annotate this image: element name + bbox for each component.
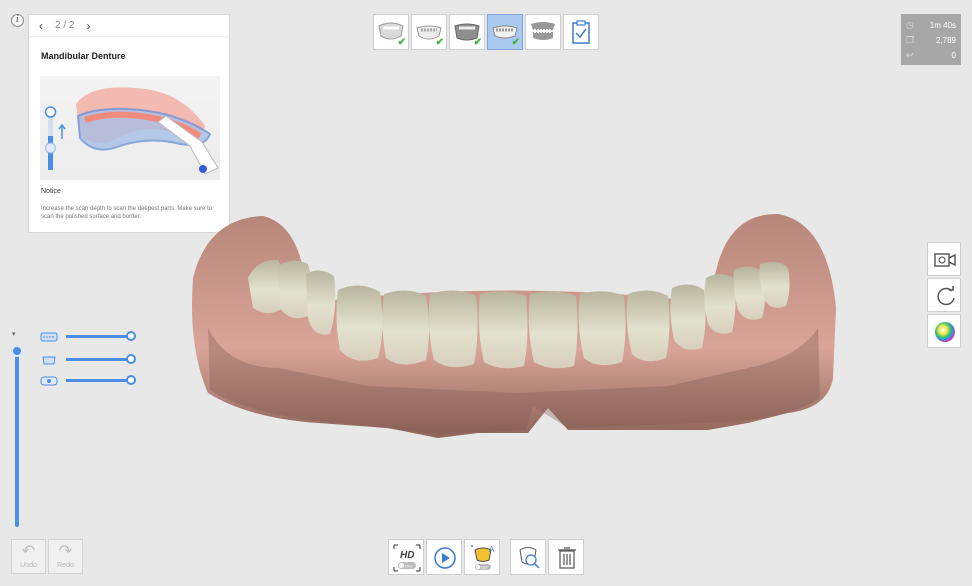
view-tools bbox=[927, 242, 961, 348]
reset-view-button[interactable] bbox=[927, 278, 961, 312]
soft-tissue-filter-icon bbox=[40, 330, 58, 342]
hd-toggle-state: OFF bbox=[405, 564, 414, 569]
guide-title: Mandibular Denture bbox=[41, 51, 126, 61]
frame-count: 2,789 bbox=[935, 36, 956, 45]
tooth-filter-icon bbox=[40, 353, 58, 365]
ai-toggle-state: OFF bbox=[481, 566, 488, 570]
hd-icon: HD OFF bbox=[393, 544, 421, 572]
step-complete-check-icon: ✔ bbox=[435, 37, 444, 48]
step-complete-check-icon: ✔ bbox=[511, 37, 520, 48]
guide-next-arrow-icon[interactable]: › bbox=[86, 19, 90, 33]
redo-button[interactable]: ↷ Redo bbox=[48, 539, 83, 574]
step-complete-check-icon: ✔ bbox=[473, 37, 482, 48]
history-controls: ↶ Undo ↷ Redo bbox=[11, 539, 83, 574]
info-button[interactable]: i bbox=[11, 14, 24, 27]
filter-slider-handle-3[interactable] bbox=[126, 375, 136, 385]
step-mandibular-denture-button[interactable]: ✔ bbox=[487, 14, 523, 50]
filter-slider-2[interactable] bbox=[66, 357, 128, 361]
undo-button[interactable]: ↶ Undo bbox=[11, 539, 46, 574]
filter-row-3 bbox=[40, 374, 136, 386]
trash-icon bbox=[558, 547, 576, 569]
redo-label: Redo bbox=[57, 562, 74, 569]
rotate-icon bbox=[937, 286, 955, 306]
occlusion-icon bbox=[531, 22, 555, 40]
hd-label: HD bbox=[400, 550, 414, 561]
filter-slider-handle-1[interactable] bbox=[126, 331, 136, 341]
filter-slider-3[interactable] bbox=[66, 378, 128, 382]
magnify-tooth-icon bbox=[519, 547, 540, 569]
step-maxilla-button[interactable]: ✔ bbox=[373, 14, 409, 50]
filter-row-2 bbox=[40, 353, 136, 365]
edit-controls bbox=[510, 539, 584, 575]
inspect-button[interactable] bbox=[510, 539, 546, 575]
guide-notice-heading: Notice bbox=[41, 188, 61, 195]
video-camera-icon bbox=[934, 253, 956, 267]
step-occlusion-button[interactable] bbox=[525, 14, 561, 50]
filter-row-1 bbox=[40, 330, 136, 342]
denture-3d-scan[interactable] bbox=[188, 208, 838, 453]
scan-time: 1m 40s bbox=[929, 21, 956, 30]
step-review-button[interactable] bbox=[563, 14, 599, 50]
color-mode-button[interactable] bbox=[927, 314, 961, 348]
scan-controls: HD OFF A OFF bbox=[388, 539, 500, 575]
color-wheel-icon bbox=[935, 322, 955, 342]
clipboard-check-icon bbox=[572, 20, 590, 44]
guide-nav: ‹ 2 / 2 › bbox=[29, 15, 229, 37]
play-icon bbox=[434, 547, 456, 569]
hd-mode-toggle[interactable]: HD OFF bbox=[388, 539, 424, 575]
step-maxillary-denture-button[interactable]: ✔ bbox=[449, 14, 485, 50]
gum-filter-icon bbox=[40, 374, 58, 386]
scan-guide-panel: ‹ 2 / 2 › Mandibular Denture Notice Incr… bbox=[28, 14, 230, 233]
undo-icon: ↶ bbox=[21, 543, 36, 560]
ai-tooth-icon: A OFF bbox=[471, 545, 495, 570]
filter-slider-handle-2[interactable] bbox=[126, 354, 136, 364]
retry-icon: ↩ bbox=[906, 50, 914, 60]
delete-button[interactable] bbox=[548, 539, 584, 575]
guide-prev-arrow-icon[interactable]: ‹ bbox=[39, 19, 43, 33]
third-stat: 0 bbox=[951, 51, 956, 60]
ai-filter-toggle[interactable]: A OFF bbox=[464, 539, 500, 575]
undo-label: Undo bbox=[20, 562, 37, 569]
scan-stats-panel: ◷ 1m 40s ❐ 2,789 ↩ 0 bbox=[901, 14, 961, 65]
filter-slider-1[interactable] bbox=[66, 334, 128, 338]
scan-depth-handle[interactable] bbox=[11, 345, 23, 357]
depth-expand-icon[interactable]: ▾ bbox=[12, 330, 16, 338]
frames-icon: ❐ bbox=[906, 35, 915, 45]
scan-step-toolbar: ✔ ✔ ✔ ✔ bbox=[373, 14, 599, 50]
guide-illustration bbox=[40, 76, 220, 180]
guide-page-indicator: 2 / 2 bbox=[55, 20, 75, 31]
step-mandible-button[interactable]: ✔ bbox=[411, 14, 447, 50]
redo-icon: ↷ bbox=[58, 543, 73, 560]
play-scan-button[interactable] bbox=[426, 539, 462, 575]
svg-text:A: A bbox=[489, 545, 495, 554]
record-video-button[interactable] bbox=[927, 242, 961, 276]
timer-icon: ◷ bbox=[906, 20, 914, 30]
scan-depth-slider[interactable] bbox=[15, 345, 19, 527]
step-complete-check-icon: ✔ bbox=[397, 37, 406, 48]
